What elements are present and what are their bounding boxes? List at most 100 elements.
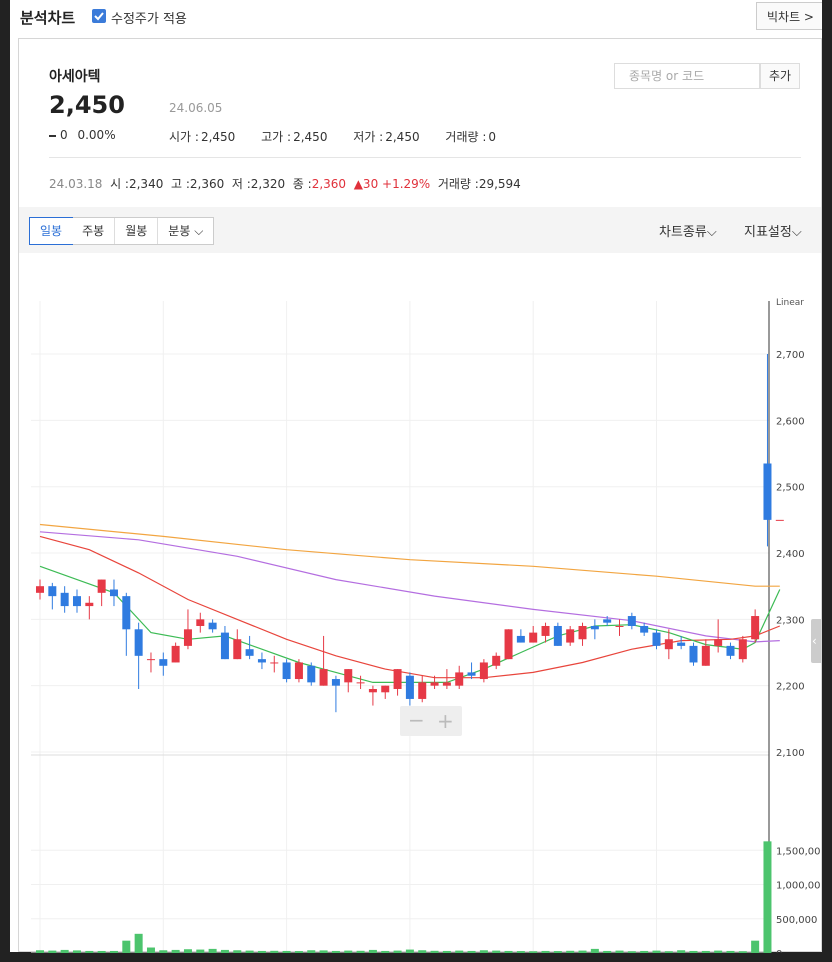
volume-bar xyxy=(159,950,168,953)
volume-bar xyxy=(72,950,81,953)
volume-bar xyxy=(442,950,451,953)
candle-body xyxy=(689,645,698,663)
volume-bar xyxy=(516,951,525,953)
price-tick-label: 2,500 xyxy=(776,483,805,494)
adjusted-price-label[interactable]: 수정주가 적용 xyxy=(111,8,187,27)
quote-date: 24.06.05 xyxy=(169,101,223,115)
candle-body xyxy=(578,625,587,640)
adjusted-price-checkbox[interactable] xyxy=(92,9,106,23)
volume-bar xyxy=(751,940,760,953)
chevron-down-icon: ⌵ xyxy=(791,225,802,240)
candle-body xyxy=(381,685,390,693)
low-label: 저가 : xyxy=(353,130,384,144)
candle-body xyxy=(714,639,723,646)
candle-body xyxy=(245,649,254,656)
volume-bar xyxy=(603,950,612,953)
candle-body xyxy=(97,579,106,593)
zoom-out-icon[interactable]: − xyxy=(408,708,425,732)
candle-body xyxy=(529,632,538,643)
hover-high: 2,360 xyxy=(189,177,225,191)
stock-search-input[interactable]: 종목명 or 코드 xyxy=(614,63,760,89)
change-value: 0 xyxy=(60,128,68,142)
volume-bar xyxy=(467,950,476,953)
current-price: 2,450 xyxy=(49,91,125,119)
candle-body xyxy=(196,619,205,626)
volume-bar xyxy=(368,949,377,953)
candle-body xyxy=(751,616,760,640)
hover-open-label: 시 : xyxy=(110,177,129,191)
tab-minute[interactable]: 분봉 ⌵ xyxy=(158,218,214,244)
candle-body xyxy=(467,672,476,676)
hover-low-label: 저 : xyxy=(231,177,251,191)
volume-bar xyxy=(726,950,735,953)
indicator-label: 지표설정 xyxy=(744,225,792,240)
candle-body xyxy=(368,688,377,693)
volume-bar xyxy=(553,951,562,953)
volume-tick-label: 1,000,000 xyxy=(776,881,821,892)
volume-bar xyxy=(615,950,624,953)
candle-body xyxy=(393,669,402,689)
candle-body xyxy=(504,629,513,660)
candle-body xyxy=(479,662,488,680)
candle-body xyxy=(492,655,501,666)
volume-bar xyxy=(319,950,328,953)
candle-body xyxy=(307,665,316,683)
price-tick-label: 2,100 xyxy=(776,748,805,759)
hover-close-label: 종 : xyxy=(292,177,312,191)
tab-daily[interactable]: 일봉 xyxy=(29,217,74,245)
open-label: 시가 : xyxy=(169,130,199,144)
volume-bar xyxy=(245,950,254,953)
candle-body xyxy=(171,645,180,663)
volume-bar xyxy=(356,950,365,953)
chart-area[interactable]: Linear 2,700 2,600 2,500 2,400 2,300 2,200 2,10… xyxy=(19,253,827,960)
candle-body xyxy=(701,645,710,666)
zoom-in-icon[interactable]: + xyxy=(437,709,454,733)
candle-body xyxy=(553,625,562,646)
stock-name: 아세아텍 xyxy=(49,69,101,85)
volume-bar xyxy=(652,950,661,953)
volume-bar xyxy=(541,950,550,953)
volume-bar xyxy=(455,950,464,953)
candle-body xyxy=(615,625,624,627)
volume-bar xyxy=(405,949,414,953)
page-title: 분석차트 xyxy=(20,9,76,27)
candlestick-chart[interactable]: Linear 2,700 2,600 2,500 2,400 2,300 2,200 2,10… xyxy=(19,253,827,960)
volume-bar xyxy=(122,940,131,953)
candle-body xyxy=(566,629,575,643)
indicator-menu[interactable]: 지표설정⌵ xyxy=(744,221,802,240)
candle-body xyxy=(48,586,57,597)
candle-body xyxy=(282,662,291,680)
tab-monthly[interactable]: 월봉 xyxy=(115,218,159,244)
volume-bar xyxy=(331,950,340,953)
price-tick-label: 2,600 xyxy=(776,416,805,427)
volume-bar xyxy=(566,950,575,953)
period-tabs: 일봉 주봉 월봉 분봉 ⌵ xyxy=(29,217,215,245)
tab-weekly[interactable]: 주봉 xyxy=(72,218,116,244)
candle-body xyxy=(344,669,353,683)
volume-bar xyxy=(627,951,636,953)
add-button[interactable]: 추가 xyxy=(760,63,800,89)
candle-body xyxy=(664,639,673,650)
chevron-down-icon: ⌵ xyxy=(190,224,204,238)
candle-body xyxy=(146,659,155,661)
volume-bar xyxy=(257,950,266,953)
candle-body xyxy=(72,596,81,607)
big-chart-button[interactable]: 빅차트 > xyxy=(756,2,822,30)
chevron-left-icon: ‹ xyxy=(812,634,817,648)
hover-low: 2,320 xyxy=(250,177,286,191)
candle-body xyxy=(85,602,94,607)
chart-type-menu[interactable]: 차트종류⌵ xyxy=(659,221,717,240)
candle-body xyxy=(627,616,636,626)
volume-bar xyxy=(738,951,747,953)
candle-body xyxy=(294,662,303,680)
candle-body xyxy=(233,639,242,660)
volume-bar xyxy=(479,950,488,953)
candle-body xyxy=(319,669,328,686)
tab-minute-label: 분봉 xyxy=(168,224,191,238)
volume-bar xyxy=(171,949,180,953)
candle-body xyxy=(257,659,266,663)
volume-bar xyxy=(504,950,513,953)
volume-bar xyxy=(48,950,57,953)
candle-body xyxy=(109,589,118,597)
candle-body xyxy=(590,625,599,630)
